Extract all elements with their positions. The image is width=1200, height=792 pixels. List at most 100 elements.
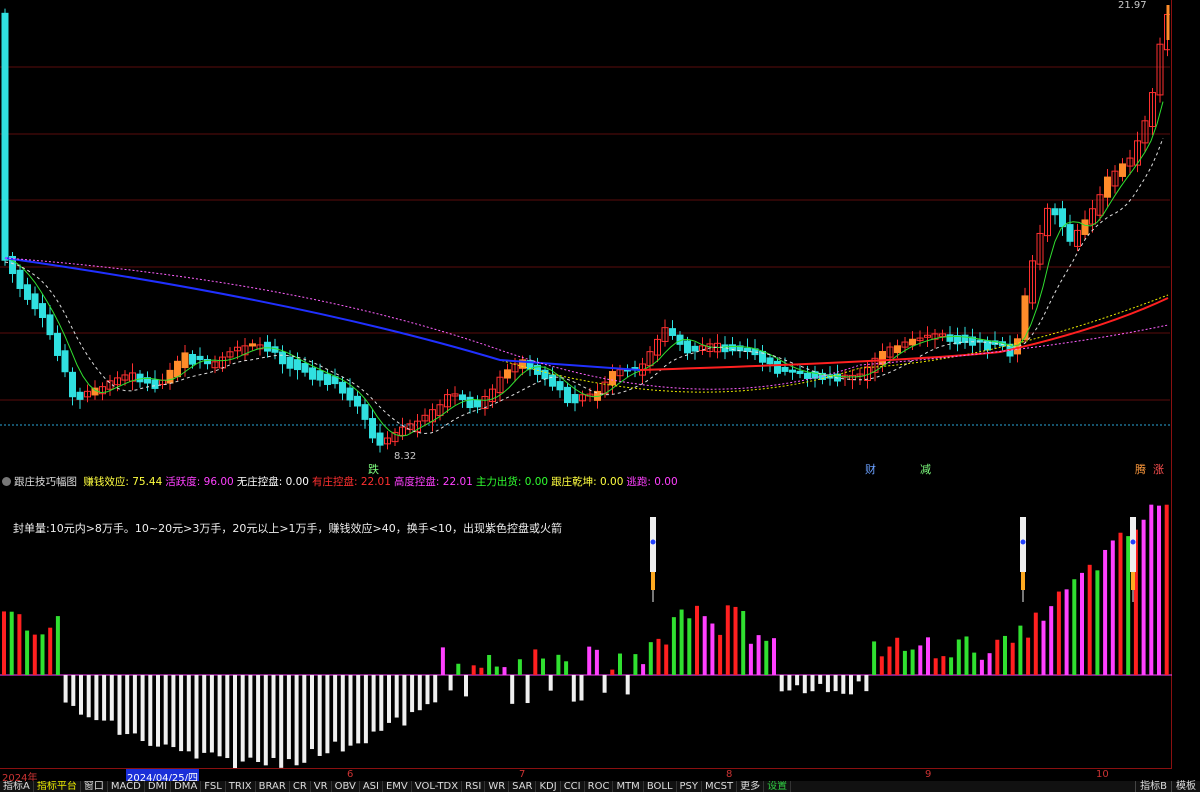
indicator-menu-icon[interactable] xyxy=(2,477,11,486)
candle xyxy=(16,269,24,289)
candle xyxy=(946,334,954,342)
histogram-bar xyxy=(302,675,307,763)
histogram-bar xyxy=(964,636,969,675)
histogram-bar xyxy=(248,675,253,758)
histogram-bar xyxy=(995,639,1000,675)
candle xyxy=(766,357,774,365)
histogram-bar xyxy=(494,666,499,675)
histogram-bar xyxy=(9,611,14,675)
histogram-bar xyxy=(379,675,384,731)
histogram-bar xyxy=(25,630,30,675)
date-axis: 2024年 2024/04/25/四 6 7 8 9 10 xyxy=(0,768,1172,784)
candle xyxy=(669,328,676,336)
histogram-bar xyxy=(571,675,576,702)
histogram-bar xyxy=(802,675,807,694)
candle xyxy=(571,394,579,404)
tab-obv[interactable]: OBV xyxy=(332,781,360,792)
histogram-bar xyxy=(94,675,99,721)
histogram-bar xyxy=(849,675,853,695)
tab-设置[interactable]: 设置 xyxy=(764,781,792,792)
histogram-bar xyxy=(471,665,476,675)
tab-boll[interactable]: BOLL xyxy=(644,781,677,792)
candle xyxy=(24,284,31,300)
histogram-bar xyxy=(864,675,869,692)
histogram-bar xyxy=(525,675,530,704)
tab-fsl[interactable]: FSL xyxy=(201,781,226,792)
indicator-tab-bar: 指标A 指标平台 窗口 MACD DMI DMA FSL TRIX BRAR CR VR OBV ASI… xyxy=(0,781,1200,792)
histogram-bar xyxy=(610,669,615,675)
histogram-bar xyxy=(725,605,730,675)
histogram-bar xyxy=(1087,564,1092,675)
histogram-bar xyxy=(548,675,553,691)
histogram-bar xyxy=(171,675,176,748)
histogram-bar xyxy=(718,634,723,675)
candle xyxy=(789,369,796,373)
candle xyxy=(564,386,571,404)
histogram-bar xyxy=(1041,620,1046,675)
tab-kdj[interactable]: KDJ xyxy=(536,781,561,792)
tab-窗口[interactable]: 窗口 xyxy=(81,781,108,792)
histogram-bar xyxy=(926,637,930,675)
tab-sar[interactable]: SAR xyxy=(509,781,537,792)
histogram-bar xyxy=(825,675,830,693)
rocket-icon xyxy=(650,517,656,602)
histogram-bar xyxy=(1064,589,1069,675)
candle xyxy=(504,369,511,379)
histogram-bar xyxy=(787,675,792,691)
candle xyxy=(189,353,196,365)
tab-trix[interactable]: TRIX xyxy=(226,781,256,792)
right-price-axis xyxy=(1171,0,1200,768)
histogram-bar xyxy=(972,652,977,675)
histogram-bar xyxy=(17,614,22,675)
candle xyxy=(286,356,294,369)
candle xyxy=(894,345,901,354)
tab-指标a[interactable]: 指标A xyxy=(0,781,34,792)
tab-emv[interactable]: EMV xyxy=(383,781,412,792)
histogram-bar xyxy=(625,675,630,695)
candle xyxy=(31,293,39,310)
histogram-bar xyxy=(841,675,846,694)
histogram-bar xyxy=(125,675,130,735)
histogram-bar xyxy=(1141,519,1146,675)
histogram-bar xyxy=(294,675,299,766)
tab-vr[interactable]: VR xyxy=(311,781,332,792)
tab-psy[interactable]: PSY xyxy=(677,781,703,792)
histogram-bar xyxy=(918,645,923,675)
histogram-bar xyxy=(1026,637,1031,675)
histogram-bar xyxy=(1072,579,1077,675)
tab-mcst[interactable]: MCST xyxy=(702,781,738,792)
histogram-bar xyxy=(1164,504,1169,675)
tab-rsi[interactable]: RSI xyxy=(462,781,486,792)
tab-更多[interactable]: 更多 xyxy=(737,781,765,792)
tab-vol-tdx[interactable]: VOL-TDX xyxy=(412,781,463,792)
candle xyxy=(369,418,376,439)
tab-dmi[interactable]: DMI xyxy=(145,781,172,792)
histogram-bar xyxy=(1126,536,1131,675)
histogram-bar xyxy=(979,659,984,675)
tab-dma[interactable]: DMA xyxy=(171,781,202,792)
tab-macd[interactable]: MACD xyxy=(108,781,145,792)
histogram-bar xyxy=(941,656,946,675)
tab-brar[interactable]: BRAR xyxy=(256,781,290,792)
tab-wr[interactable]: WR xyxy=(485,781,510,792)
tab-指标平台[interactable]: 指标平台 xyxy=(34,781,81,792)
tab-cr[interactable]: CR xyxy=(290,781,311,792)
candle xyxy=(324,373,331,385)
candle xyxy=(1059,208,1066,228)
tab-cci[interactable]: CCI xyxy=(561,781,585,792)
tab-asi[interactable]: ASI xyxy=(360,781,383,792)
indicator-histogram[interactable] xyxy=(0,487,1172,768)
right-tab-0[interactable]: 指标B xyxy=(1135,781,1171,792)
histogram-bar xyxy=(779,675,784,692)
candlestick-chart[interactable] xyxy=(0,0,1170,473)
histogram-bar xyxy=(32,634,37,675)
tab-roc[interactable]: ROC xyxy=(585,781,614,792)
histogram-bar xyxy=(1118,532,1123,675)
histogram-bar xyxy=(402,675,407,726)
candle xyxy=(181,352,189,369)
histogram-bar xyxy=(417,675,422,711)
right-tab-1[interactable]: 模板 xyxy=(1171,781,1200,792)
tab-mtm[interactable]: MTM xyxy=(613,781,644,792)
candle xyxy=(339,381,346,394)
histogram-bar xyxy=(687,618,692,675)
